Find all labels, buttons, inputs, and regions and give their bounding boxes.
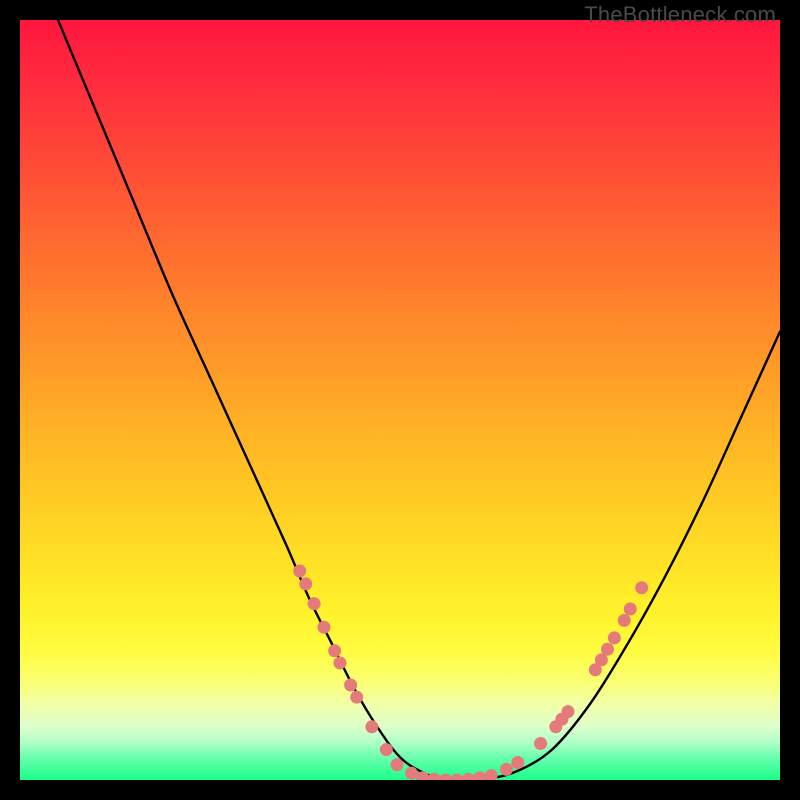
data-point (608, 631, 621, 644)
data-point (380, 743, 393, 756)
data-point (390, 758, 403, 771)
data-point (635, 581, 648, 594)
watermark-text: TheBottleneck.com (584, 2, 776, 28)
data-point (511, 756, 524, 769)
data-point (451, 774, 464, 781)
data-point (350, 691, 363, 704)
data-point (601, 643, 614, 656)
data-point (328, 644, 341, 657)
data-point (365, 720, 378, 733)
data-point (500, 763, 513, 776)
chart-frame (20, 20, 780, 780)
data-point (416, 771, 429, 780)
data-point (333, 656, 346, 669)
data-point (624, 603, 637, 616)
data-point (462, 773, 475, 780)
data-point (318, 621, 331, 634)
data-point (405, 767, 418, 780)
data-point (344, 679, 357, 692)
data-point (299, 577, 312, 590)
data-point (308, 597, 321, 610)
data-point (473, 771, 486, 780)
bottleneck-curve (58, 20, 780, 780)
data-point (428, 773, 441, 780)
data-point (534, 737, 547, 750)
data-point (293, 565, 306, 578)
data-point (439, 774, 452, 781)
data-point (618, 614, 631, 627)
data-point (485, 769, 498, 780)
data-point (561, 705, 574, 718)
chart-svg (20, 20, 780, 780)
bottleneck-curve-path (58, 20, 780, 780)
